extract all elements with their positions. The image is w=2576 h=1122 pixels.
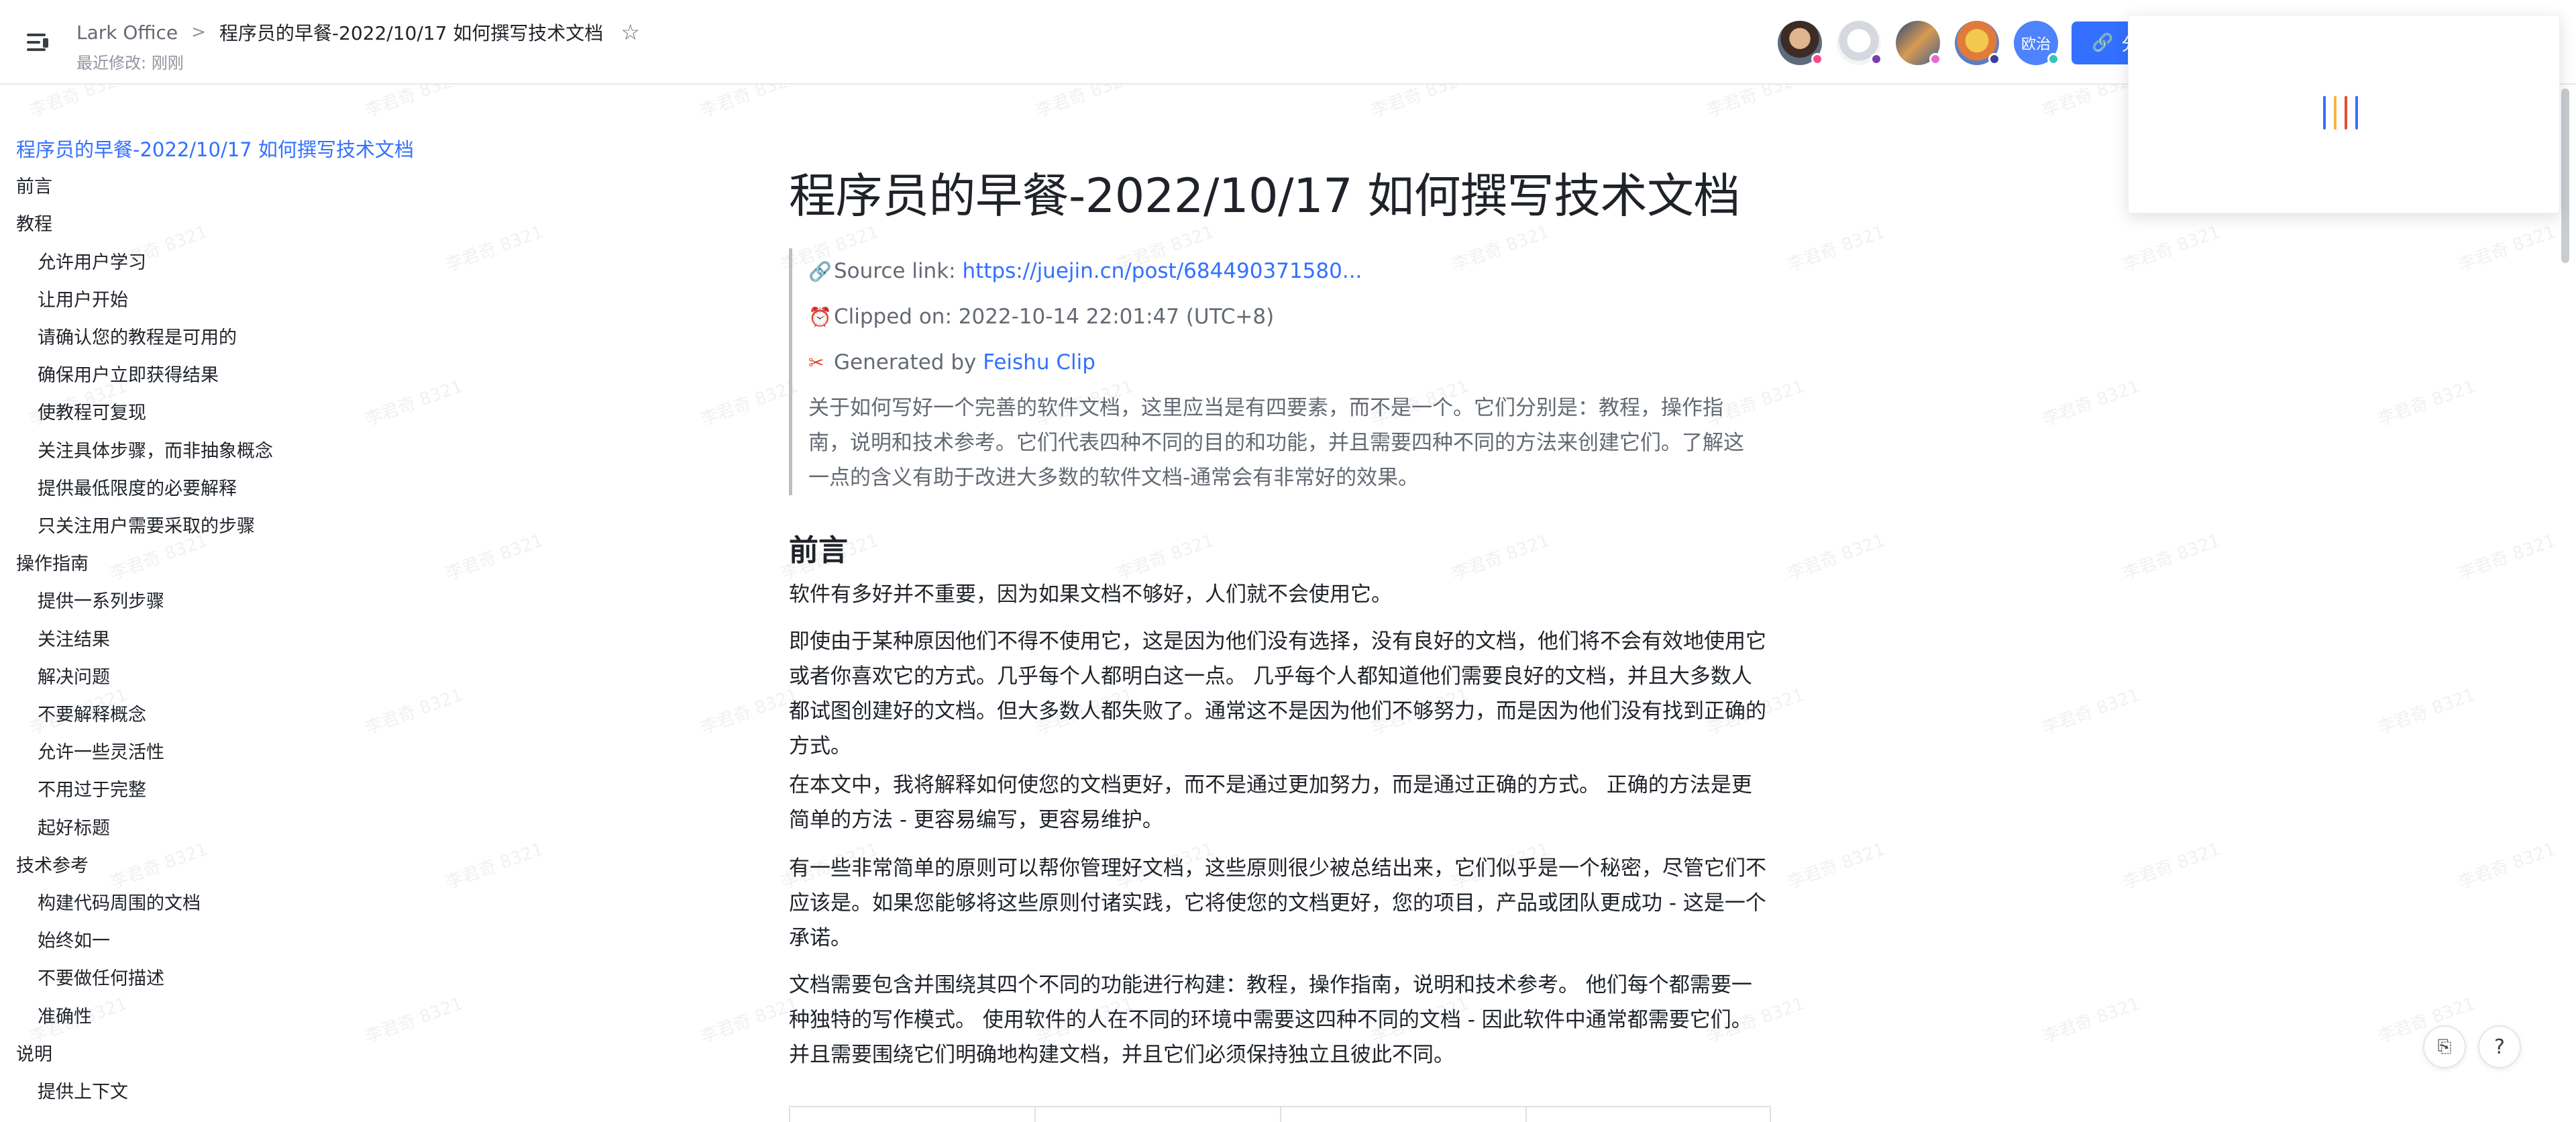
star-icon[interactable]: ☆	[621, 21, 640, 43]
document-info-button[interactable]: ⎘	[2423, 1025, 2466, 1068]
watermark-text: 李君奇 8321	[2455, 530, 2559, 585]
feishu-clip-link[interactable]: Feishu Clip	[983, 350, 1095, 374]
outline-item[interactable]: 解决问题	[38, 662, 110, 688]
last-modified-status: 最近修改: 刚刚	[76, 54, 184, 72]
clipped-on-text: Clipped on: 2022-10-14 22:01:47 (UTC+8)	[834, 305, 1275, 329]
alarm-clock-icon: ⏰	[808, 305, 832, 328]
outline-item[interactable]: 只关注用户需要采取的步骤	[38, 511, 255, 538]
source-link[interactable]: https://juejin.cn/post/684490371580...	[962, 259, 1362, 283]
outline-item[interactable]: 始终如一	[38, 926, 110, 952]
breadcrumb: Lark Office > 程序员的早餐-2022/10/17 如何撰写技术文档…	[76, 19, 640, 46]
watermark-text: 李君奇 8321	[362, 993, 466, 1048]
paragraph: 在本文中，我将解释如何使您的文档更好，而不是通过更加努力，而是通过正确的方式。 …	[789, 773, 1752, 832]
outline-item[interactable]: 不要做任何描述	[38, 964, 164, 990]
avatar[interactable]	[1896, 21, 1941, 65]
outline-item[interactable]: 提供一系列步骤	[38, 586, 164, 613]
outline-item[interactable]: 准确性	[38, 1002, 92, 1028]
clip-info-quote: 🔗 Source link: https://juejin.cn/post/68…	[789, 248, 1770, 495]
watermark-text: 李君奇 8321	[698, 376, 801, 431]
generated-by-label: Generated by	[834, 350, 983, 374]
help-icon: ?	[2494, 1035, 2505, 1059]
outline-item[interactable]: 起好标题	[38, 813, 110, 839]
avatar[interactable]: 欧治	[2014, 21, 2059, 65]
loading-icon	[2323, 96, 2370, 136]
loading-popup	[2128, 15, 2560, 213]
watermark-text: 李君奇 8321	[362, 376, 466, 431]
outline-item[interactable]: 构建代码周围的文档	[38, 888, 201, 915]
outline-item[interactable]: 提供上下文	[38, 1077, 128, 1103]
outline-item[interactable]: 提供最低限度的必要解释	[38, 474, 237, 500]
watermark-text: 李君奇 8321	[2375, 684, 2478, 740]
source-label: Source link:	[834, 259, 963, 283]
watermark-text: 李君奇 8321	[2039, 376, 2143, 431]
watermark-text: 李君奇 8321	[1114, 530, 1217, 585]
outline-item[interactable]: 请确认您的教程是可用的	[38, 323, 237, 349]
breadcrumb-root[interactable]: Lark Office	[76, 21, 178, 44]
watermark-text: 李君奇 8321	[1449, 530, 1552, 585]
outline-item-title[interactable]: 程序员的早餐-2022/10/17 如何撰写技术文档	[16, 134, 414, 162]
page-title: 程序员的早餐-2022/10/17 如何撰写技术文档	[789, 168, 1740, 223]
outline-item[interactable]: 关注具体步骤，而非抽象概念	[38, 436, 273, 462]
clipboard-icon: ⎘	[2437, 1036, 2452, 1057]
avatar[interactable]	[1778, 21, 1823, 65]
outline-item[interactable]: 教程	[16, 209, 52, 236]
help-button[interactable]: ?	[2478, 1025, 2521, 1068]
outline-item[interactable]: 允许用户学习	[38, 248, 146, 274]
watermark-text: 李君奇 8321	[443, 221, 546, 276]
scrollbar[interactable]	[2561, 89, 2569, 263]
paragraph: 即使由于某种原因他们不得不使用它，这是因为他们没有选择，没有良好的文档，他们将不…	[789, 629, 1766, 758]
avatar[interactable]	[1955, 21, 2000, 65]
outline-item[interactable]: 让用户开始	[38, 285, 128, 311]
outline-item[interactable]: 不用过于完整	[38, 775, 146, 801]
watermark-text: 李君奇 8321	[698, 684, 801, 740]
watermark-text: 李君奇 8321	[2120, 221, 2223, 276]
outline-item[interactable]: 技术参考	[16, 851, 89, 877]
outline-item[interactable]: 操作指南	[16, 549, 89, 575]
outline-item[interactable]: 确保用户立即获得结果	[38, 360, 219, 387]
outline-item[interactable]: 说明	[16, 1039, 52, 1066]
scissors-icon: ✂	[808, 351, 824, 374]
outline-item[interactable]: 使教程可复现	[38, 398, 146, 424]
outline-item[interactable]: 允许一些灵活性	[38, 737, 164, 764]
watermark-text: 李君奇 8321	[443, 839, 546, 894]
watermark-text: 李君奇 8321	[362, 684, 466, 740]
quote-body: 关于如何写好一个完善的软件文档，这里应当是有四要素，而不是一个。它们分别是：教程…	[808, 396, 1744, 490]
watermark-text: 李君奇 8321	[1784, 839, 1888, 894]
breadcrumb-doc-title[interactable]: 程序员的早餐-2022/10/17 如何撰写技术文档	[219, 19, 603, 46]
outline-item[interactable]: 关注结果	[38, 625, 110, 651]
watermark-text: 李君奇 8321	[698, 993, 801, 1048]
watermark-text: 李君奇 8321	[443, 530, 546, 585]
paragraph: 有一些非常简单的原则可以帮你管理好文档，这些原则很少被总结出来，它们似乎是一个秘…	[789, 856, 1766, 950]
collaborator-avatars: 欧治	[1778, 19, 2073, 67]
watermark-text: 李君奇 8321	[2120, 839, 2223, 894]
section-heading: 前言	[789, 533, 848, 568]
avatar[interactable]	[1837, 21, 1882, 65]
watermark-text: 李君奇 8321	[2455, 839, 2559, 894]
link-icon: 🔗	[808, 260, 832, 283]
table	[789, 1106, 1771, 1122]
breadcrumb-separator-icon: >	[191, 22, 206, 42]
paragraph: 文档需要包含并围绕其四个不同的功能进行构建：教程，操作指南，说明和技术参考。 他…	[789, 973, 1752, 1067]
menu-toggle-icon[interactable]	[24, 30, 51, 56]
paragraph: 软件有多好并不重要，因为如果文档不够好，人们就不会使用它。	[789, 582, 1392, 607]
watermark-text: 李君奇 8321	[1784, 530, 1888, 585]
outline-item[interactable]: 前言	[16, 172, 52, 198]
watermark-text: 李君奇 8321	[2039, 993, 2143, 1048]
watermark-text: 李君奇 8321	[107, 839, 211, 894]
clipped-on-line: ⏰ Clipped on: 2022-10-14 22:01:47 (UTC+8…	[808, 294, 1770, 340]
generated-by-line: ✂ Generated by Feishu Clip	[808, 340, 1770, 385]
watermark-text: 李君奇 8321	[2375, 376, 2478, 431]
source-line: 🔗 Source link: https://juejin.cn/post/68…	[808, 248, 1770, 294]
link-icon: 🔗	[2092, 33, 2114, 53]
watermark-text: 李君奇 8321	[2455, 221, 2559, 276]
watermark-text: 李君奇 8321	[2039, 684, 2143, 740]
outline-item[interactable]: 不要解释概念	[38, 700, 146, 726]
watermark-text: 李君奇 8321	[1784, 221, 1888, 276]
watermark-text: 李君奇 8321	[2120, 530, 2223, 585]
